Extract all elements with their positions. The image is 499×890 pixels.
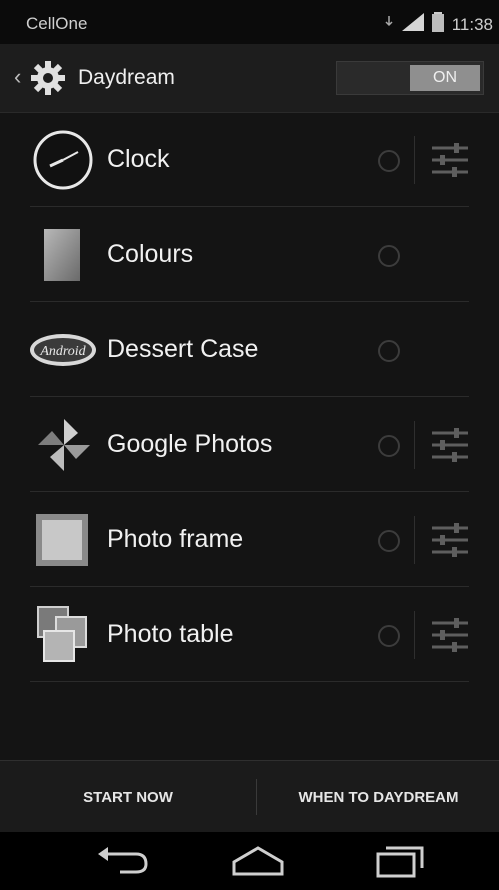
dessert-case-icon: Android (30, 320, 100, 380)
settings-sliders-icon[interactable] (430, 140, 470, 180)
radio-button[interactable] (378, 245, 400, 267)
start-now-button[interactable]: START NOW (0, 761, 256, 833)
divider (414, 516, 415, 564)
bottom-button-bar: START NOW WHEN TO DAYDREAM (0, 760, 499, 833)
divider (256, 779, 257, 815)
list-item-colours[interactable]: Colours (30, 207, 469, 302)
radio-button[interactable] (378, 340, 400, 362)
settings-sliders-icon[interactable] (430, 520, 470, 560)
divider (414, 611, 415, 659)
list-item-label: Dessert Case (107, 335, 259, 363)
radio-button[interactable] (378, 435, 400, 457)
radio-button[interactable] (378, 150, 400, 172)
daydream-list: Clock Colours Android Dessert Case Googl… (0, 112, 499, 682)
radio-button[interactable] (378, 625, 400, 647)
navigation-bar (0, 832, 499, 890)
recents-icon[interactable] (370, 842, 430, 880)
list-item-dessert-case[interactable]: Android Dessert Case (30, 302, 469, 397)
svg-text:Android: Android (39, 344, 86, 359)
clock-time: 11:38 (451, 14, 493, 34)
list-item-label: Colours (107, 240, 194, 268)
list-item-label: Google Photos (107, 430, 273, 458)
list-item-photo-table[interactable]: Photo table (30, 587, 469, 682)
list-item-google-photos[interactable]: Google Photos (30, 397, 469, 492)
list-item-label: Photo frame (107, 525, 244, 553)
list-item-clock[interactable]: Clock (30, 112, 469, 207)
status-bar: CellOne 11:38 (0, 0, 499, 44)
when-to-daydream-button[interactable]: WHEN TO DAYDREAM (258, 761, 499, 833)
radio-button[interactable] (378, 530, 400, 552)
settings-gear-icon[interactable] (30, 60, 66, 96)
photo-frame-icon (30, 510, 100, 570)
list-item-label: Photo table (107, 620, 234, 648)
back-icon[interactable] (94, 842, 154, 880)
home-icon[interactable] (228, 842, 288, 880)
daydream-toggle[interactable]: ON (336, 61, 484, 95)
status-icons: 11:38 (384, 12, 493, 37)
download-notification-icon (384, 15, 394, 34)
back-caret-icon[interactable]: ‹ (14, 64, 21, 90)
pinwheel-icon (30, 415, 100, 475)
list-item-photo-frame[interactable]: Photo frame (30, 492, 469, 587)
signal-icon (401, 13, 424, 36)
clock-icon (30, 130, 100, 190)
photo-table-icon (30, 605, 100, 665)
toggle-thumb: ON (410, 65, 480, 91)
carrier-name: CellOne (26, 14, 88, 33)
action-bar: ‹ Daydream ON (0, 44, 499, 113)
page-title: Daydream (78, 66, 175, 89)
list-item-label: Clock (107, 145, 170, 173)
divider (414, 136, 415, 184)
settings-sliders-icon[interactable] (430, 615, 470, 655)
colours-icon (30, 225, 100, 285)
divider (414, 421, 415, 469)
battery-icon (431, 12, 444, 37)
settings-sliders-icon[interactable] (430, 425, 470, 465)
